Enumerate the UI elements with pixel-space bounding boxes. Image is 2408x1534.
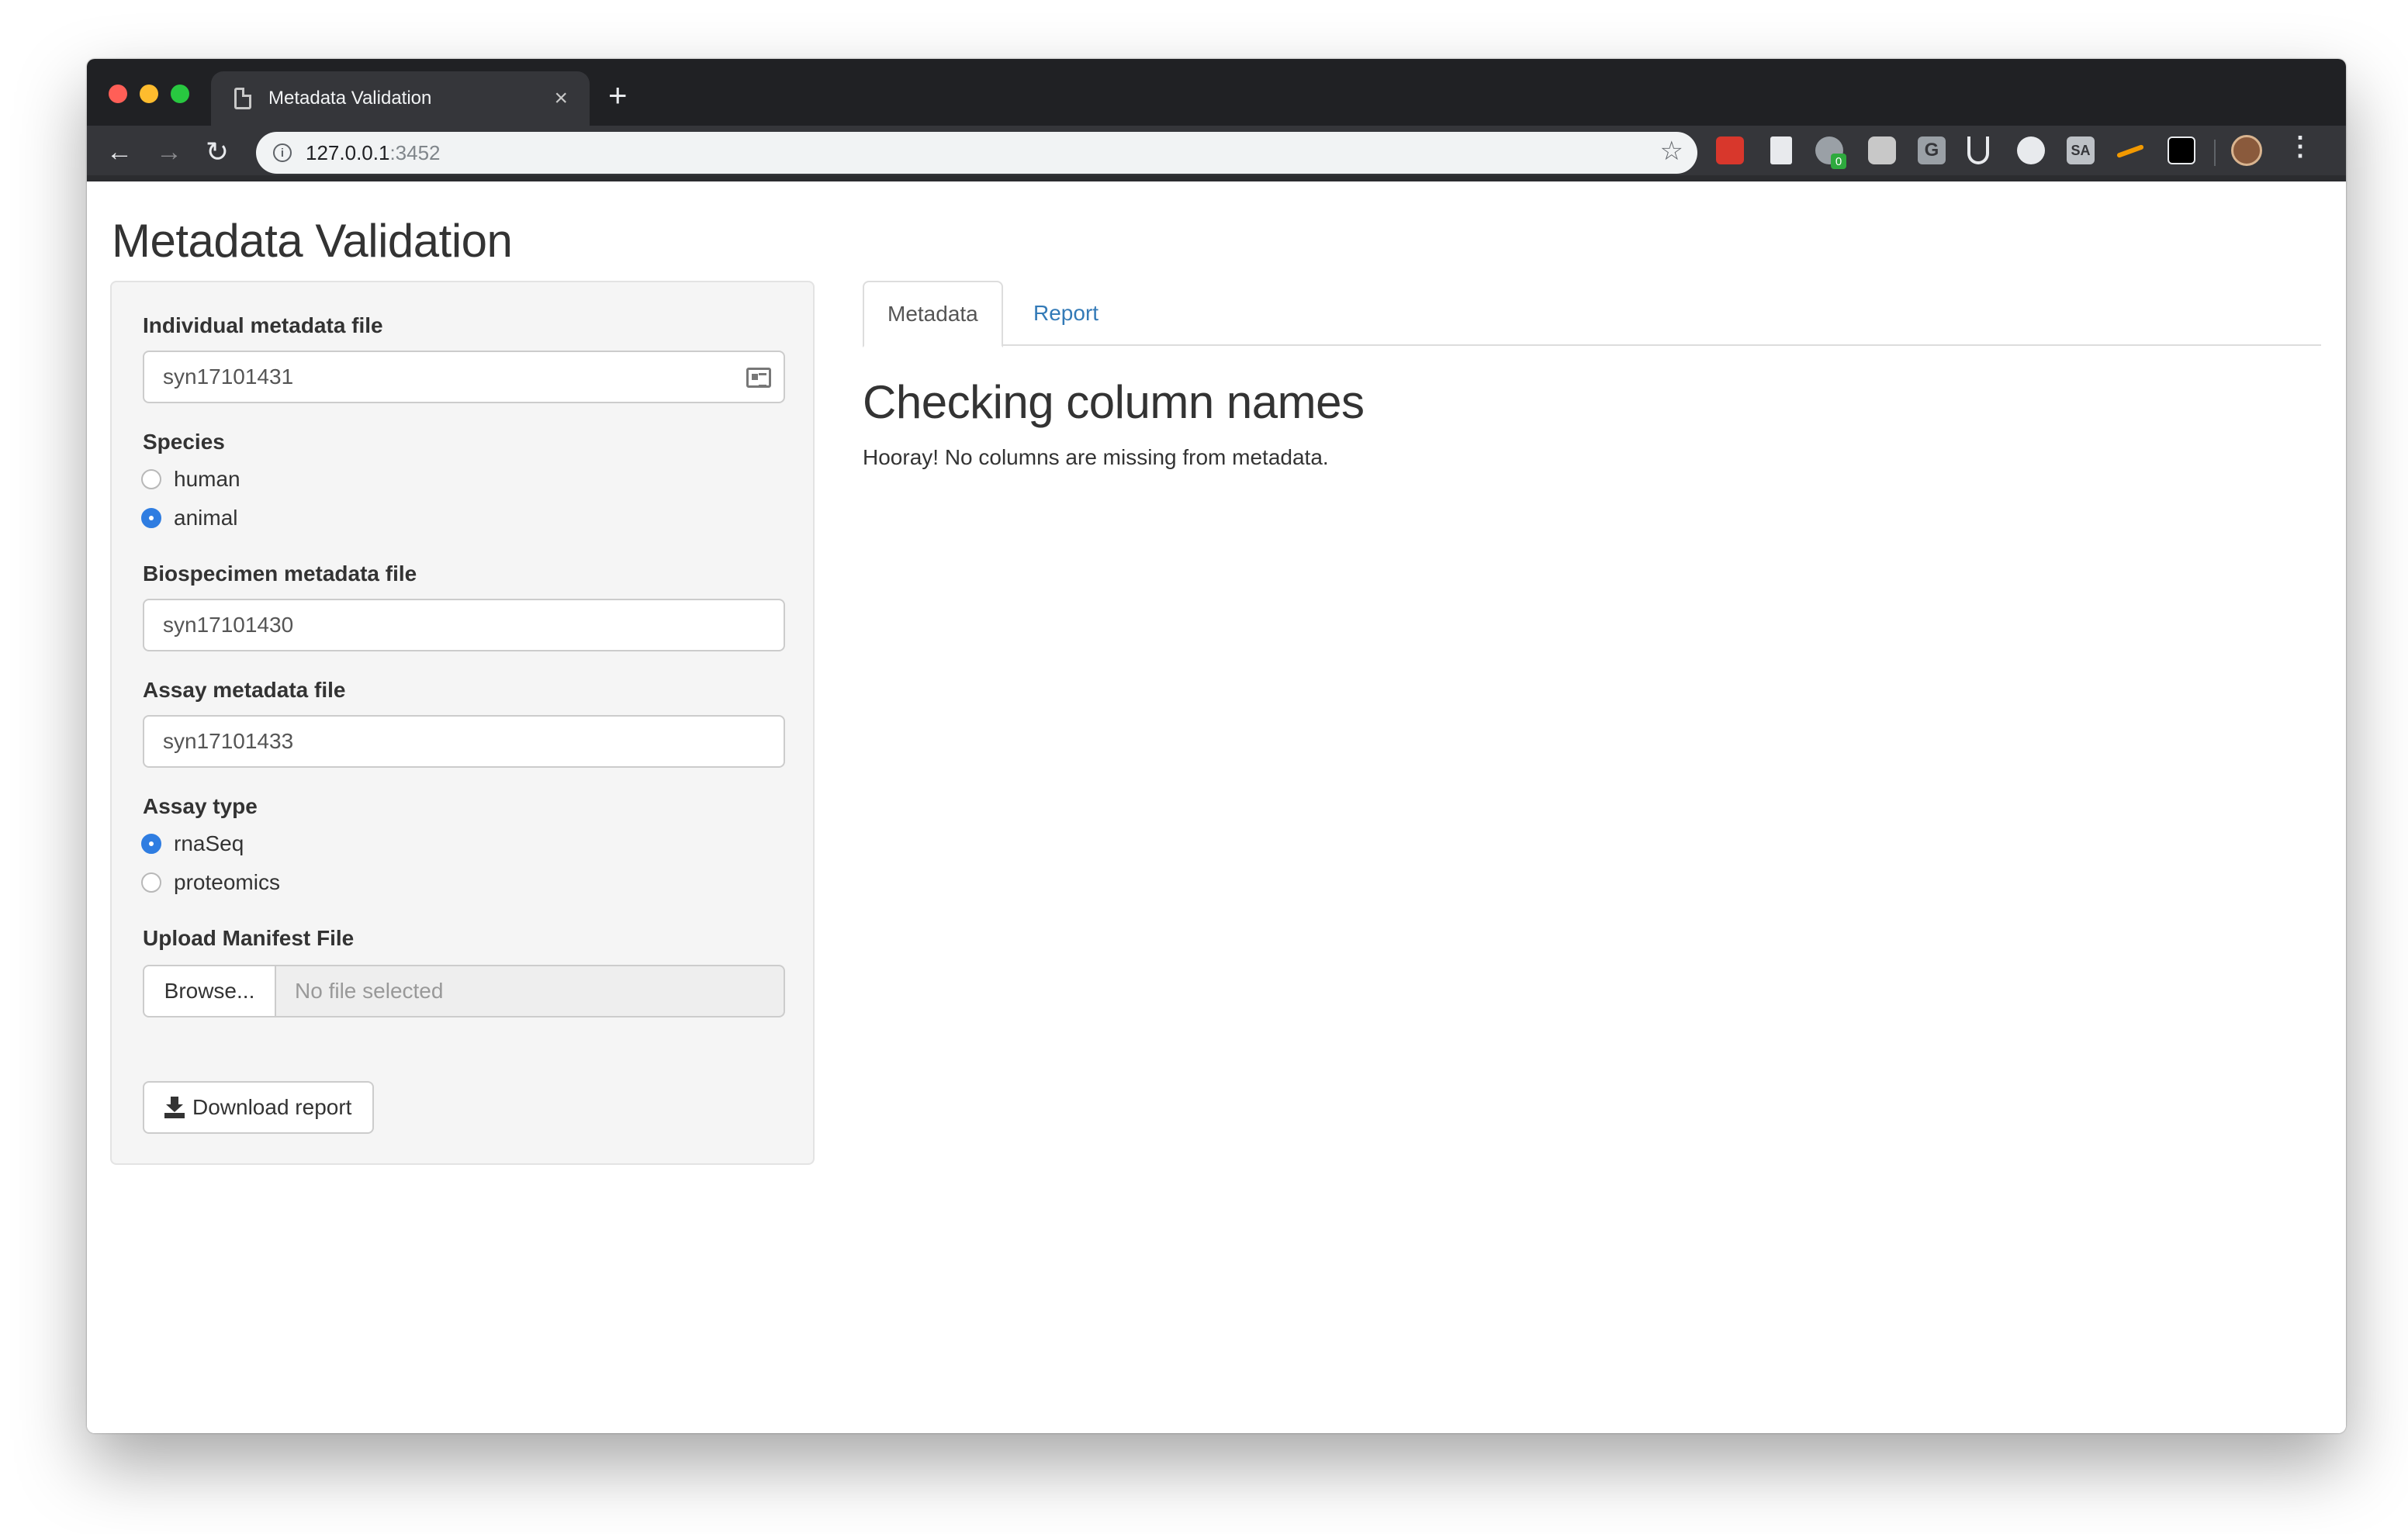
radio-label-animal: animal: [174, 506, 238, 530]
contact-card-icon[interactable]: [746, 368, 771, 388]
page-title: Metadata Validation: [112, 215, 513, 267]
back-icon[interactable]: ←: [102, 135, 137, 169]
close-tab-icon[interactable]: ×: [554, 87, 568, 110]
radio-label-human: human: [174, 467, 240, 491]
url-port: :3452: [389, 140, 441, 164]
download-report-button[interactable]: Download report: [143, 1081, 374, 1134]
biospecimen-file-value: syn17101430: [163, 613, 294, 637]
browser-window: Metadata Validation × + ← → ↻ i 127.0.0.…: [87, 59, 2346, 1433]
radio-animal[interactable]: [141, 508, 161, 528]
toolbar-divider: [2214, 140, 2216, 166]
tab-metadata[interactable]: Metadata: [863, 281, 1003, 347]
grammarly-extension-icon[interactable]: G: [1918, 136, 1946, 164]
forward-icon[interactable]: →: [152, 135, 186, 169]
reload-icon[interactable]: ↻: [200, 135, 234, 169]
assay-file-label: Assay metadata file: [143, 678, 346, 702]
individual-file-label: Individual metadata file: [143, 313, 383, 337]
sidebar-panel: Individual metadata file syn17101431 Spe…: [110, 281, 815, 1165]
menu-icon[interactable]: ⋮: [2287, 133, 2313, 160]
new-tab-icon[interactable]: +: [608, 79, 628, 112]
document-extension-icon[interactable]: [1770, 136, 1792, 164]
download-icon: [164, 1097, 185, 1118]
circle-extension-icon[interactable]: [2017, 136, 2045, 164]
manifest-label: Upload Manifest File: [143, 926, 355, 950]
individual-file-value: syn17101431: [163, 364, 294, 389]
maximize-window-button[interactable]: [171, 85, 189, 103]
extension-badge: 0: [1831, 154, 1846, 169]
extension-icon[interactable]: [1868, 136, 1896, 164]
radio-rnaseq[interactable]: [141, 834, 161, 854]
biospecimen-file-label: Biospecimen metadata file: [143, 561, 417, 586]
info-icon[interactable]: i: [273, 143, 292, 162]
tab-title: Metadata Validation: [268, 88, 432, 109]
main-tabs: Metadata Report: [863, 281, 2321, 347]
radio-label-rnaseq: rnaSeq: [174, 831, 244, 855]
species-option-animal[interactable]: animal: [141, 506, 237, 530]
section-heading: Checking column names: [863, 376, 1365, 428]
shield-extension-icon[interactable]: [1967, 136, 1989, 164]
file-name-field[interactable]: No file selected: [276, 965, 785, 1017]
address-bar[interactable]: i 127.0.0.1 :3452 ☆: [256, 132, 1697, 174]
minimize-window-button[interactable]: [140, 85, 158, 103]
validation-message: Hooray! No columns are missing from meta…: [863, 445, 1329, 469]
page-icon: [234, 88, 251, 109]
sa-extension-icon[interactable]: SA: [2067, 136, 2095, 164]
download-report-label: Download report: [192, 1095, 352, 1119]
bookmark-star-icon[interactable]: ☆: [1660, 138, 1683, 164]
assay-file-input[interactable]: syn17101433: [143, 715, 785, 768]
biospecimen-file-input[interactable]: syn17101430: [143, 599, 785, 651]
browser-tab[interactable]: Metadata Validation ×: [211, 71, 590, 126]
lastpass-extension-icon[interactable]: [1716, 136, 1744, 164]
lock-extension-icon[interactable]: [2168, 136, 2195, 164]
species-option-human[interactable]: human: [141, 467, 240, 492]
tab-report[interactable]: Report: [1010, 281, 1122, 346]
radio-label-proteomics: proteomics: [174, 870, 280, 894]
assay-file-value: syn17101433: [163, 729, 294, 753]
manifest-file-input: Browse... No file selected: [143, 965, 785, 1017]
individual-file-input[interactable]: syn17101431: [143, 351, 785, 403]
page-content: Metadata Validation Individual metadata …: [87, 181, 2346, 1433]
assay-option-rnaseq[interactable]: rnaSeq: [141, 831, 244, 856]
browse-button[interactable]: Browse...: [143, 965, 276, 1017]
radio-human[interactable]: [141, 469, 161, 489]
assay-option-proteomics[interactable]: proteomics: [141, 870, 280, 895]
browser-toolbar: ← → ↻ i 127.0.0.1 :3452 ☆ 0 G SA ⋮: [87, 126, 2346, 181]
species-label: Species: [143, 430, 225, 454]
close-window-button[interactable]: [109, 85, 127, 103]
url-host: 127.0.0.1: [306, 140, 390, 164]
assay-type-label: Assay type: [143, 794, 258, 818]
radio-proteomics[interactable]: [141, 872, 161, 893]
profile-avatar[interactable]: [2231, 135, 2262, 166]
extension-icon[interactable]: [2116, 144, 2144, 158]
tab-strip: Metadata Validation × +: [87, 59, 2346, 126]
